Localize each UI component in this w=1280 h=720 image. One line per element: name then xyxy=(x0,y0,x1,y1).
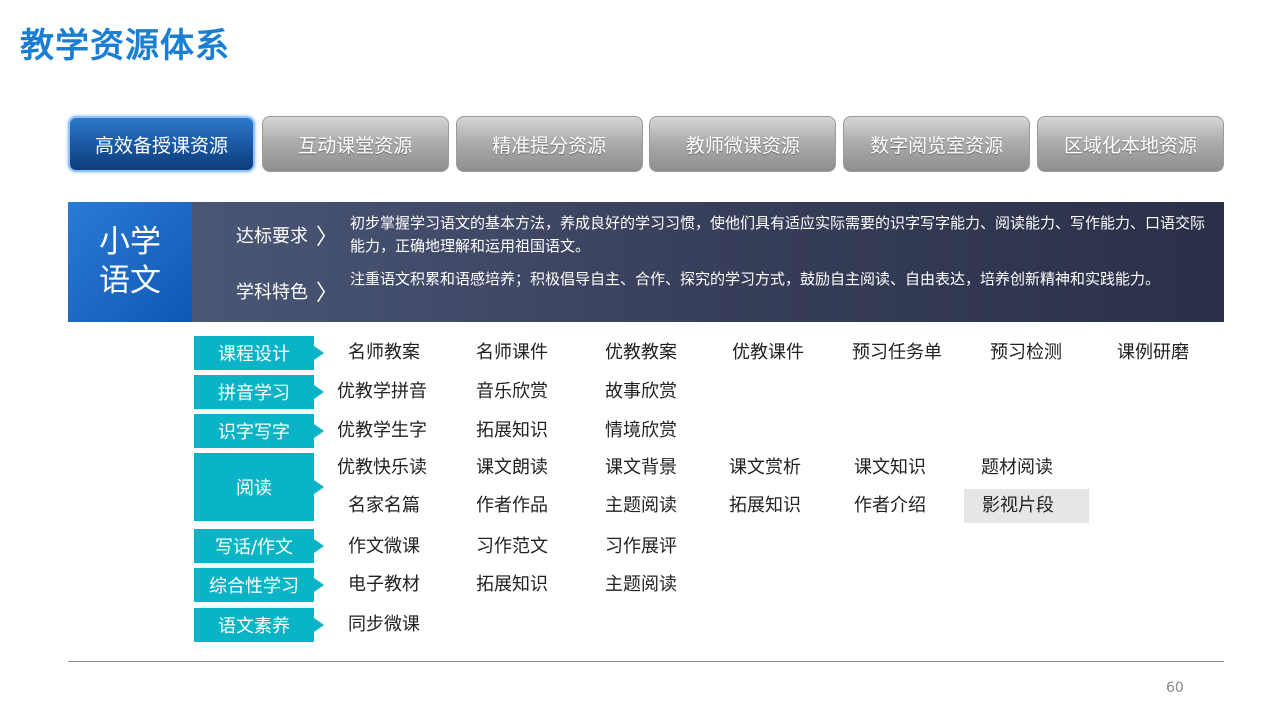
subject-panel: 小学 语文 达标要求 〉 初步掌握学习语文的基本方法，养成良好的学习习惯，使他们… xyxy=(68,202,1224,322)
resource-item[interactable]: 优教快乐读 xyxy=(337,451,427,485)
resource-item[interactable]: 题材阅读 xyxy=(981,451,1053,485)
resource-item[interactable]: 课文朗读 xyxy=(476,451,548,485)
resource-item[interactable]: 作者作品 xyxy=(476,489,548,523)
resource-item[interactable]: 课文背景 xyxy=(605,451,677,485)
standard-label: 达标要求 〉 xyxy=(192,212,350,258)
resource-item[interactable]: 预习任务单 xyxy=(852,336,942,370)
feature-label: 学科特色 〉 xyxy=(192,268,350,314)
page-number: 60 xyxy=(1166,680,1184,696)
category-writing: 写话/作文 xyxy=(194,529,324,563)
resource-item[interactable]: 同步微课 xyxy=(348,608,420,642)
resource-item[interactable]: 课例研磨 xyxy=(1117,336,1189,370)
page-title: 教学资源体系 xyxy=(20,26,230,66)
category-course-design: 课程设计 xyxy=(194,336,324,370)
resource-item[interactable]: 情境欣赏 xyxy=(605,414,677,448)
subject-name-line2: 语文 xyxy=(99,263,161,299)
tab-digital-reading-room[interactable]: 数字阅览室资源 xyxy=(843,116,1031,172)
standard-label-text: 达标要求 xyxy=(236,226,308,247)
feature-row: 学科特色 〉 注重语文积累和语感培养；积极倡导自主、合作、探究的学习方式，鼓励自… xyxy=(192,268,1224,314)
category-reading: 阅读 xyxy=(194,453,324,521)
resource-item[interactable]: 电子教材 xyxy=(348,568,420,602)
resource-tabs: 高效备授课资源 互动课堂资源 精准提分资源 教师微课资源 数字阅览室资源 区域化… xyxy=(68,116,1224,174)
category-pinyin: 拼音学习 xyxy=(194,375,324,409)
resource-item[interactable]: 名师课件 xyxy=(476,336,548,370)
tab-efficient-prep[interactable]: 高效备授课资源 xyxy=(68,116,255,172)
subject-name-line1: 小学 xyxy=(99,224,161,260)
resource-item[interactable]: 优教教案 xyxy=(605,336,677,370)
tab-interactive-class[interactable]: 互动课堂资源 xyxy=(261,116,449,172)
standard-text: 初步掌握学习语文的基本方法，养成良好的学习习惯，使他们具有适应实际需要的识字写字… xyxy=(350,214,1206,255)
subject-info: 达标要求 〉 初步掌握学习语文的基本方法，养成良好的学习习惯，使他们具有适应实际… xyxy=(192,202,1224,322)
category-comprehensive: 综合性学习 xyxy=(194,568,324,602)
resource-item[interactable]: 优教学拼音 xyxy=(337,375,427,409)
tab-teacher-microlesson[interactable]: 教师微课资源 xyxy=(649,116,837,172)
tab-precise-improvement[interactable]: 精准提分资源 xyxy=(455,116,643,172)
resource-item[interactable]: 作者介绍 xyxy=(854,489,926,523)
resource-item[interactable]: 作文微课 xyxy=(348,530,420,564)
resource-item[interactable]: 课文知识 xyxy=(854,451,926,485)
feature-text: 注重语文积累和语感培养；积极倡导自主、合作、探究的学习方式，鼓励自主阅读、自由表… xyxy=(350,270,1161,288)
resource-item[interactable]: 习作范文 xyxy=(476,530,548,564)
resource-item[interactable]: 名师教案 xyxy=(348,336,420,370)
resource-item[interactable]: 音乐欣赏 xyxy=(476,375,548,409)
tab-regional-local[interactable]: 区域化本地资源 xyxy=(1036,116,1224,172)
resource-item[interactable]: 故事欣赏 xyxy=(605,375,677,409)
category-literacy-quality: 语文素养 xyxy=(194,608,324,642)
resource-item[interactable]: 优教课件 xyxy=(732,336,804,370)
resource-item[interactable]: 拓展知识 xyxy=(729,489,801,523)
resource-item[interactable]: 优教学生字 xyxy=(337,414,427,448)
standard-row: 达标要求 〉 初步掌握学习语文的基本方法，养成良好的学习习惯，使他们具有适应实际… xyxy=(192,212,1224,258)
resource-item-highlighted[interactable]: 影视片段 xyxy=(964,489,1089,523)
resource-item[interactable]: 课文赏析 xyxy=(729,451,801,485)
resource-item[interactable]: 拓展知识 xyxy=(476,414,548,448)
resource-item[interactable]: 主题阅读 xyxy=(605,489,677,523)
resource-item[interactable]: 预习检测 xyxy=(990,336,1062,370)
resource-item[interactable]: 主题阅读 xyxy=(605,568,677,602)
chevron-right-icon: 〉 xyxy=(316,225,339,250)
chevron-right-icon: 〉 xyxy=(316,281,339,306)
subject-name: 小学 语文 xyxy=(68,202,192,322)
resource-item[interactable]: 名家名篇 xyxy=(348,489,420,523)
resource-item[interactable]: 拓展知识 xyxy=(476,568,548,602)
resource-item[interactable]: 习作展评 xyxy=(605,530,677,564)
category-literacy: 识字写字 xyxy=(194,414,324,448)
bottom-divider xyxy=(68,661,1224,662)
feature-label-text: 学科特色 xyxy=(236,282,308,303)
